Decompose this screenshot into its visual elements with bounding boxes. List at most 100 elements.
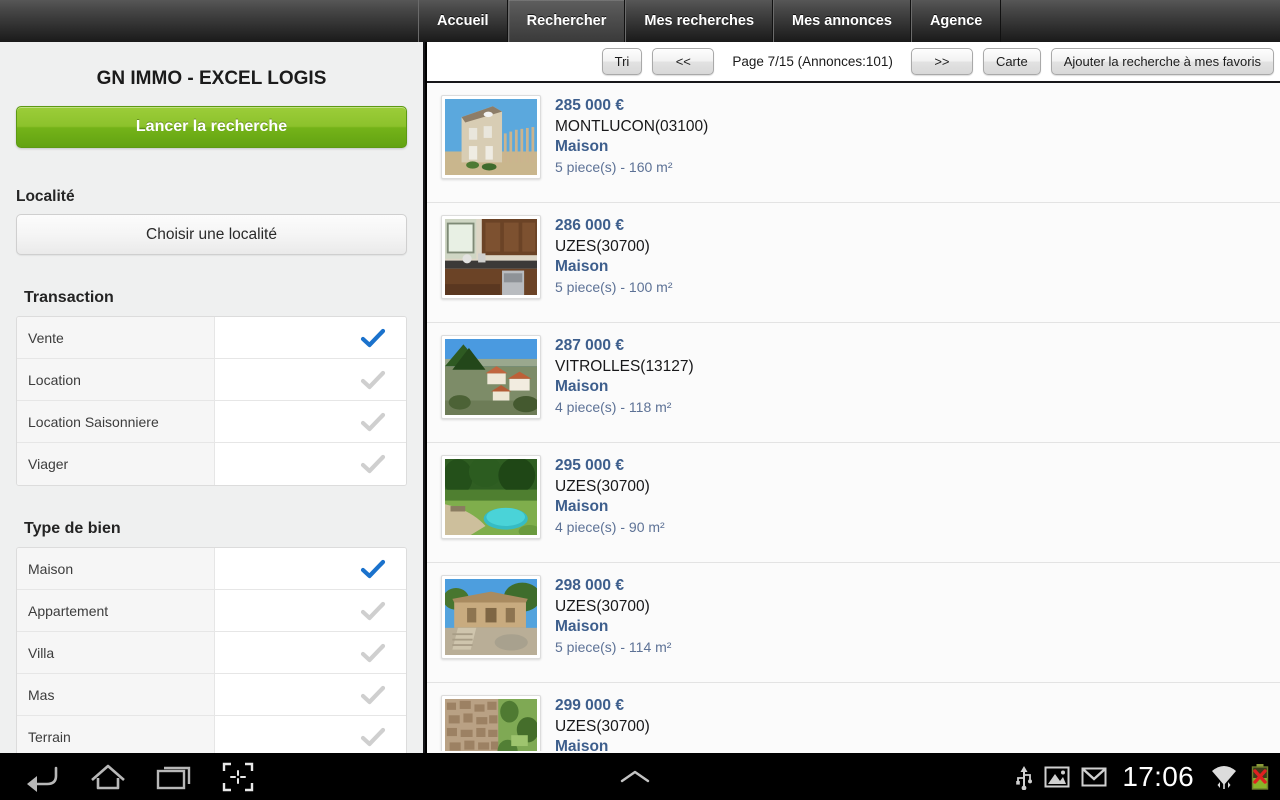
option-value[interactable] [215,548,406,589]
listing-city: UZES(30700) [555,717,650,735]
stone-house-photo-icon [445,99,537,175]
option-value[interactable] [215,317,406,358]
add-to-favorites-button[interactable]: Ajouter la recherche à mes favoris [1050,48,1274,75]
listing-city: UZES(30700) [555,237,650,255]
tab-mes-annonces[interactable]: Mes annonces [773,0,911,42]
garden-pool-photo-icon [445,459,537,535]
option-label: Maison [17,548,215,589]
hillside-village-photo-icon [445,339,537,415]
listing-item[interactable]: 295 000 € UZES(30700) Maison 4 piece(s) … [427,443,1280,563]
listing-type: Maison [555,498,609,516]
tab-rechercher[interactable]: Rechercher [507,0,626,42]
listing-details: 4 piece(s) - 118 m² [555,398,672,415]
checkmark-icon [360,559,386,578]
option-value[interactable] [215,401,406,442]
system-status-icons[interactable]: 17:06 [1015,761,1280,793]
listing-info: 286 000 € UZES(30700) Maison 5 piece(s) … [541,215,672,296]
listing-item[interactable]: 298 000 € UZES(30700) Maison 5 piece(s) … [427,563,1280,683]
listing-city: MONTLUCON(03100) [555,117,709,135]
choose-locality-button[interactable]: Choisir une localité [16,214,407,255]
tab-accueil[interactable]: Accueil [418,0,508,42]
recent-apps-icon[interactable] [156,762,192,792]
system-nav-buttons [0,762,254,792]
option-label: Terrain [17,716,215,753]
listing-info: 295 000 € UZES(30700) Maison 4 piece(s) … [541,455,665,536]
search-filters-sidebar: GN IMMO - EXCEL LOGIS Lancer la recherch… [0,42,425,753]
listing-type: Maison [555,618,609,636]
listing-item[interactable]: 285 000 € MONTLUCON(03100) Maison 5 piec… [427,83,1280,203]
aerial-town-photo-icon [445,699,537,751]
checkmark-icon [360,328,386,347]
wifi-icon [1212,765,1236,789]
chevron-up-icon[interactable] [618,767,652,787]
previous-page-button[interactable]: << [652,48,715,75]
option-value[interactable] [215,443,406,485]
tab-mes-recherches[interactable]: Mes recherches [625,0,774,42]
option-label: Viager [17,443,215,485]
option-label: Appartement [17,590,215,631]
tab-accueil-label: Accueil [437,13,489,29]
option-label: Villa [17,632,215,673]
tab-mes-recherches-label: Mes recherches [644,13,755,29]
option-label: Mas [17,674,215,715]
listing-item[interactable]: 286 000 € UZES(30700) Maison 5 piece(s) … [427,203,1280,323]
listing-details: 5 piece(s) - 100 m² [555,278,673,295]
option-row-location-saisonniere[interactable]: Location Saisonniere [17,401,406,443]
tab-rechercher-label: Rechercher [526,13,607,29]
back-icon[interactable] [26,762,60,792]
listing-details: 5 piece(s) - 160 m² [555,158,673,175]
listing-price: 298 000 € [555,577,624,594]
listing-city: UZES(30700) [555,597,650,615]
listing-item[interactable]: 299 000 € UZES(30700) Maison [427,683,1280,751]
listing-thumbnail [441,215,541,299]
listing-thumbnail [441,95,541,179]
listing-details: 4 piece(s) - 90 m² [555,518,665,535]
checkmark-icon [360,370,386,389]
listing-info: 299 000 € UZES(30700) Maison [541,695,650,751]
listing-price: 295 000 € [555,457,624,474]
transaction-options-table: Vente Location Location Saisonniere Viag… [16,316,407,486]
option-value[interactable] [215,716,406,753]
map-button[interactable]: Carte [982,48,1041,75]
option-value[interactable] [215,674,406,715]
home-icon[interactable] [90,762,126,792]
tablet-screen: Accueil Rechercher Mes recherches Mes an… [0,0,1280,800]
listing-city: VITROLLES(13127) [555,357,694,375]
mail-icon [1081,767,1107,786]
next-page-button[interactable]: >> [910,48,973,75]
option-row-appartement[interactable]: Appartement [17,590,406,632]
navbar-tabs: Accueil Rechercher Mes recherches Mes an… [418,0,1002,42]
agency-title: GN IMMO - EXCEL LOGIS [96,68,327,89]
stone-villa-photo-icon [445,579,537,655]
option-value[interactable] [215,359,406,400]
tab-agence[interactable]: Agence [910,0,1002,42]
listing-thumbnail [441,575,541,659]
listing-info: 287 000 € VITROLLES(13127) Maison 4 piec… [541,335,694,416]
option-row-mas[interactable]: Mas [17,674,406,716]
checkmark-icon [360,601,386,620]
listing-price: 285 000 € [555,97,624,114]
listing-thumbnail [441,695,541,751]
sort-button[interactable]: Tri [601,48,643,75]
checkmark-icon [360,412,386,431]
top-navigation-bar: Accueil Rechercher Mes recherches Mes an… [0,0,1280,42]
listing-price: 299 000 € [555,697,624,714]
option-row-vente[interactable]: Vente [17,317,406,359]
option-row-maison[interactable]: Maison [17,548,406,590]
option-value[interactable] [215,590,406,631]
option-row-terrain[interactable]: Terrain [17,716,406,753]
listing-thumbnail [441,335,541,419]
listing-item[interactable]: 287 000 € VITROLLES(13127) Maison 4 piec… [427,323,1280,443]
navbar-spacer [0,0,418,42]
results-toolbar: Tri << Page 7/15 (Annonces:101) >> Carte… [427,42,1280,83]
option-value[interactable] [215,632,406,673]
screenshot-icon[interactable] [222,762,254,792]
checkmark-icon [360,454,386,474]
option-row-viager[interactable]: Viager [17,443,406,485]
system-bar-center [254,767,1015,787]
listing-results-list[interactable]: 285 000 € MONTLUCON(03100) Maison 5 piec… [427,83,1280,751]
option-row-location[interactable]: Location [17,359,406,401]
launch-search-button[interactable]: Lancer la recherche [16,106,407,148]
option-row-villa[interactable]: Villa [17,632,406,674]
listing-type: Maison [555,258,609,276]
